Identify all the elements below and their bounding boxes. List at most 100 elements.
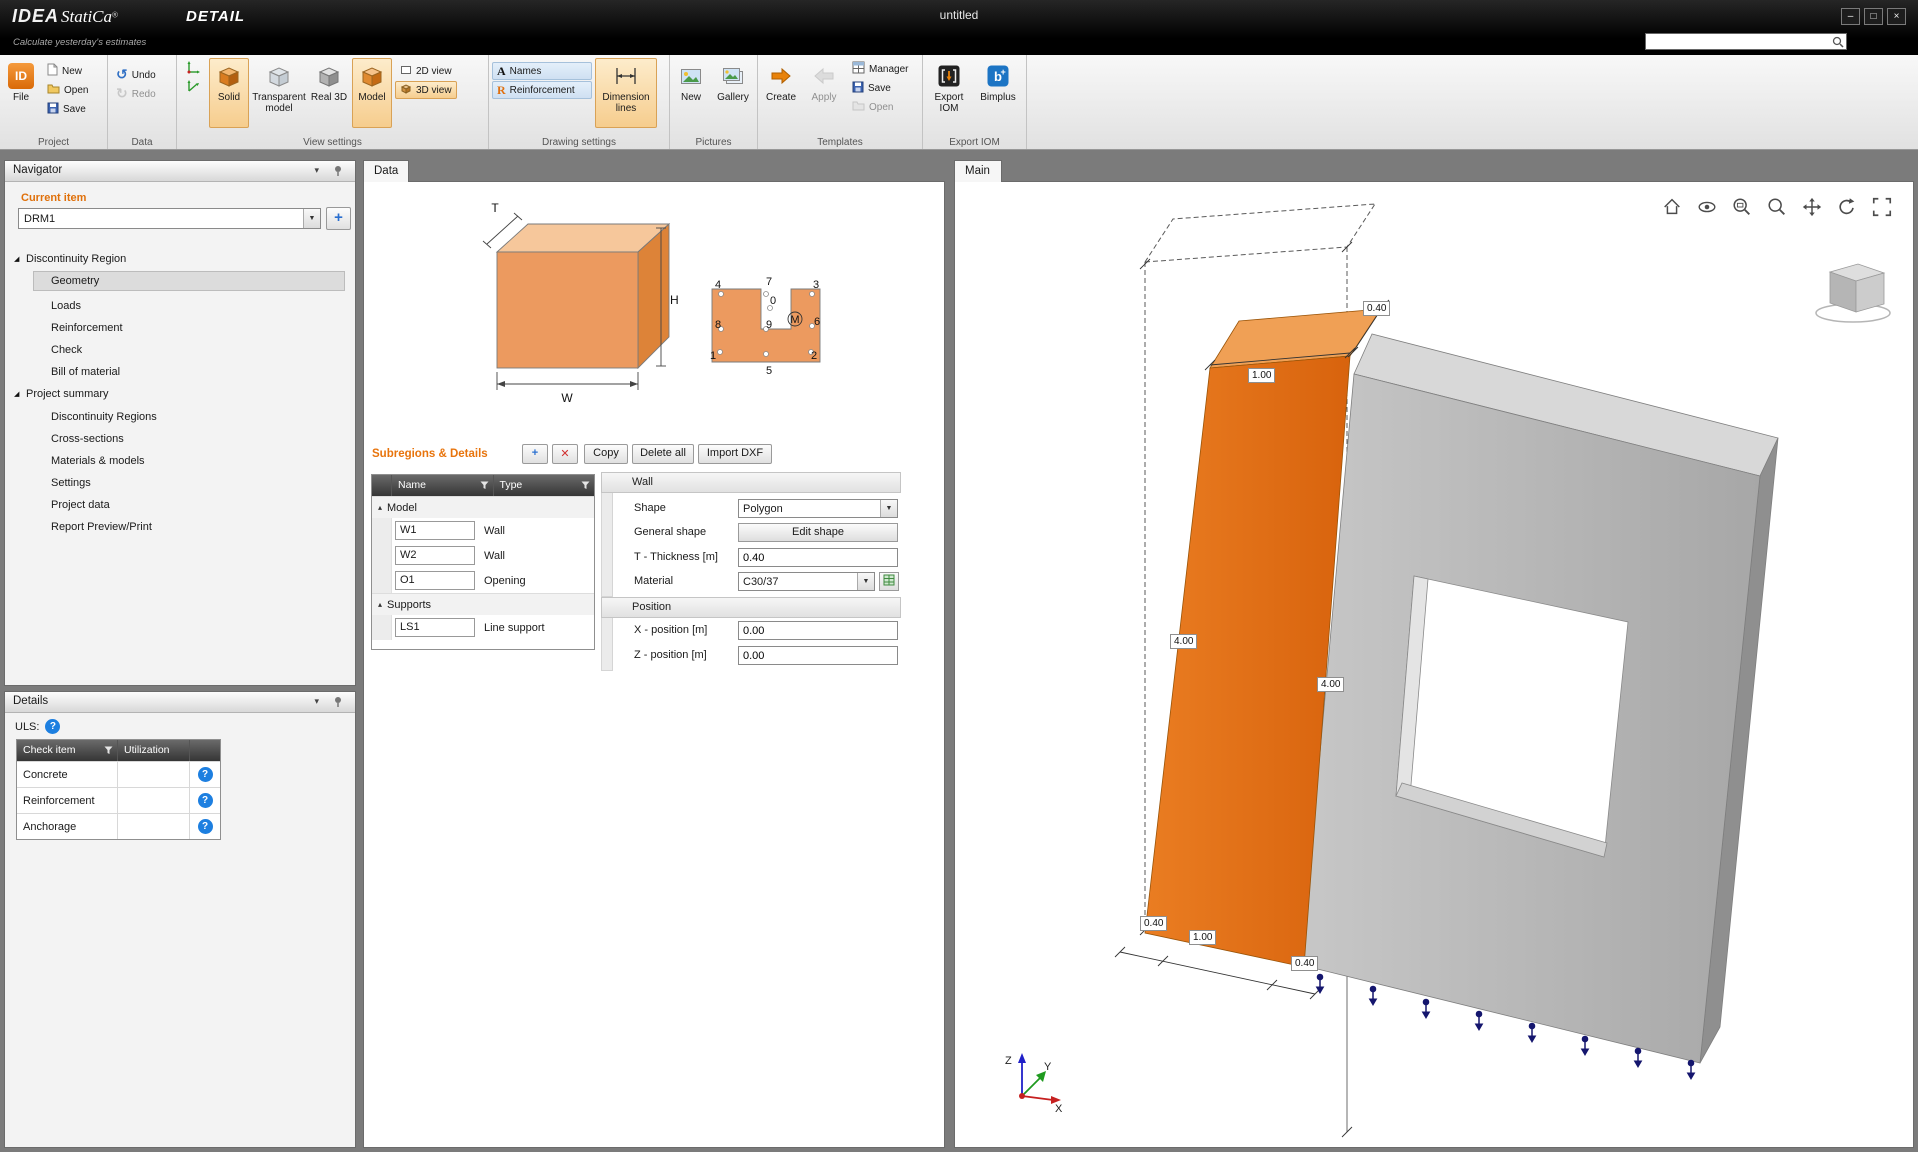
real-3d-button[interactable]: Real 3D <box>309 58 349 128</box>
template-open-button[interactable]: Open <box>847 98 913 116</box>
tree-item-reinforcement[interactable]: Reinforcement <box>5 318 355 338</box>
copy-button[interactable]: Copy <box>584 444 628 464</box>
collapse-group-icon[interactable]: ▴ <box>378 600 382 609</box>
name-cell[interactable]: O1 <box>395 571 475 590</box>
group-row-model[interactable]: ▴ Model <box>372 496 594 518</box>
chevron-down-icon[interactable]: ▼ <box>880 500 897 517</box>
delete-all-button[interactable]: Delete all <box>632 444 694 464</box>
collapse-panel-icon[interactable]: ▾ <box>314 165 319 176</box>
solid-view-button[interactable]: Solid <box>209 58 249 128</box>
tree-item-settings[interactable]: Settings <box>5 473 355 493</box>
maximize-button[interactable]: □ <box>1864 8 1883 25</box>
search-box[interactable] <box>1645 33 1847 50</box>
collapse-panel-icon[interactable]: ▾ <box>314 696 319 707</box>
edit-shape-button[interactable]: Edit shape <box>738 523 898 542</box>
rotate-icon[interactable] <box>1834 194 1860 220</box>
name-cell[interactable]: LS1 <box>395 618 475 637</box>
3d-view-button[interactable]: 3D view <box>395 81 457 99</box>
transparent-model-button[interactable]: Transparent model <box>252 58 306 128</box>
help-icon[interactable]: ? <box>45 719 60 734</box>
reinforcement-toggle[interactable]: R Reinforcement <box>492 81 592 99</box>
tree-item-materials-models[interactable]: Materials & models <box>5 451 355 471</box>
front-view-button[interactable] <box>180 79 206 97</box>
tree-item-cross-sections[interactable]: Cross-sections <box>5 429 355 449</box>
table-row-ls1[interactable]: LS1 Line support <box>372 615 594 640</box>
file-button[interactable]: ID File <box>3 58 39 128</box>
chevron-down-icon[interactable]: ▼ <box>303 209 320 228</box>
add-region-button[interactable]: + <box>326 207 351 230</box>
open-button[interactable]: Open <box>42 81 93 99</box>
new-button[interactable]: New <box>42 62 93 80</box>
search-input[interactable] <box>1646 35 1830 48</box>
template-create-button[interactable]: Create <box>761 58 801 128</box>
tree-item-bill-of-material[interactable]: Bill of material <box>5 362 355 382</box>
gallery-button[interactable]: Gallery <box>712 58 754 128</box>
table-row-concrete[interactable]: Concrete ? <box>17 761 220 787</box>
model-view-button[interactable]: Model <box>352 58 392 128</box>
zoom-window-icon[interactable] <box>1729 194 1755 220</box>
add-subregion-button[interactable]: + <box>522 444 548 464</box>
name-cell[interactable]: W1 <box>395 521 475 540</box>
table-row-reinforcement[interactable]: Reinforcement ? <box>17 787 220 813</box>
filter-icon[interactable] <box>480 481 489 493</box>
picture-new-button[interactable]: New <box>673 58 709 128</box>
close-button[interactable]: × <box>1887 8 1906 25</box>
current-item-select[interactable]: DRM1 ▼ <box>18 208 321 229</box>
template-manager-button[interactable]: Manager <box>847 60 913 78</box>
view-mode-icon[interactable] <box>1694 194 1720 220</box>
undo-button[interactable]: ↺ Undo <box>111 66 161 84</box>
table-row-w2[interactable]: W2 Wall <box>372 543 594 568</box>
material-library-button[interactable] <box>879 572 899 591</box>
pan-icon[interactable] <box>1799 194 1825 220</box>
redo-button[interactable]: ↻ Redo <box>111 85 161 103</box>
wall-group-header[interactable]: Wall <box>601 472 901 493</box>
2d-view-button[interactable]: 2D view <box>395 62 457 80</box>
tree-item-project-data[interactable]: Project data <box>5 495 355 515</box>
axonometry-button[interactable] <box>180 60 206 78</box>
help-icon[interactable]: ? <box>198 793 213 808</box>
name-cell[interactable]: W2 <box>395 546 475 565</box>
search-icon[interactable] <box>1830 36 1846 48</box>
chevron-down-icon[interactable]: ▼ <box>857 573 874 590</box>
thickness-input[interactable] <box>738 548 898 567</box>
table-row-anchorage[interactable]: Anchorage ? <box>17 813 220 839</box>
table-row-o1[interactable]: O1 Opening <box>372 568 594 593</box>
names-toggle[interactable]: A Names <box>492 62 592 80</box>
expand-arrow-icon[interactable]: ◢ <box>14 255 26 263</box>
filter-icon[interactable] <box>104 746 113 758</box>
table-row-w1[interactable]: W1 Wall <box>372 518 594 543</box>
navigation-cube[interactable] <box>1816 264 1890 322</box>
tree-item-report-preview-print[interactable]: Report Preview/Print <box>5 517 355 537</box>
tree-item-discontinuity-regions[interactable]: Discontinuity Regions <box>5 407 355 427</box>
pin-icon[interactable] <box>333 696 343 710</box>
pin-icon[interactable] <box>333 165 343 179</box>
help-icon[interactable]: ? <box>198 767 213 782</box>
tree-item-loads[interactable]: Loads <box>5 296 355 316</box>
tree-item-discontinuity-region[interactable]: ◢ Discontinuity Region <box>5 249 355 269</box>
tree-item-project-summary[interactable]: ◢ Project summary <box>5 384 355 404</box>
bimplus-button[interactable]: b+ Bimplus <box>975 58 1021 128</box>
delete-subregion-button[interactable]: ✕ <box>552 444 578 464</box>
dimension-lines-button[interactable]: Dimension lines <box>595 58 657 128</box>
material-select[interactable]: C30/37 ▼ <box>738 572 875 591</box>
collapse-group-icon[interactable]: ▴ <box>378 503 382 512</box>
z-position-input[interactable] <box>738 646 898 665</box>
export-iom-button[interactable]: Export IOM <box>926 58 972 128</box>
group-row-supports[interactable]: ▴ Supports <box>372 593 594 615</box>
zoom-icon[interactable] <box>1764 194 1790 220</box>
tree-item-check[interactable]: Check <box>5 340 355 360</box>
expand-arrow-icon[interactable]: ◢ <box>14 390 26 398</box>
template-apply-button[interactable]: Apply <box>804 58 844 128</box>
tree-item-geometry[interactable]: Geometry <box>33 271 345 291</box>
position-group-header[interactable]: Position <box>601 597 901 618</box>
tab-main[interactable]: Main <box>954 160 1002 182</box>
x-position-input[interactable] <box>738 621 898 640</box>
save-button[interactable]: Save <box>42 100 93 118</box>
template-save-button[interactable]: Save <box>847 79 913 97</box>
tab-data[interactable]: Data <box>363 160 409 182</box>
import-dxf-button[interactable]: Import DXF <box>698 444 772 464</box>
minimize-button[interactable]: – <box>1841 8 1860 25</box>
home-view-button[interactable] <box>1659 194 1685 220</box>
help-icon[interactable]: ? <box>198 819 213 834</box>
filter-icon[interactable] <box>581 481 590 493</box>
